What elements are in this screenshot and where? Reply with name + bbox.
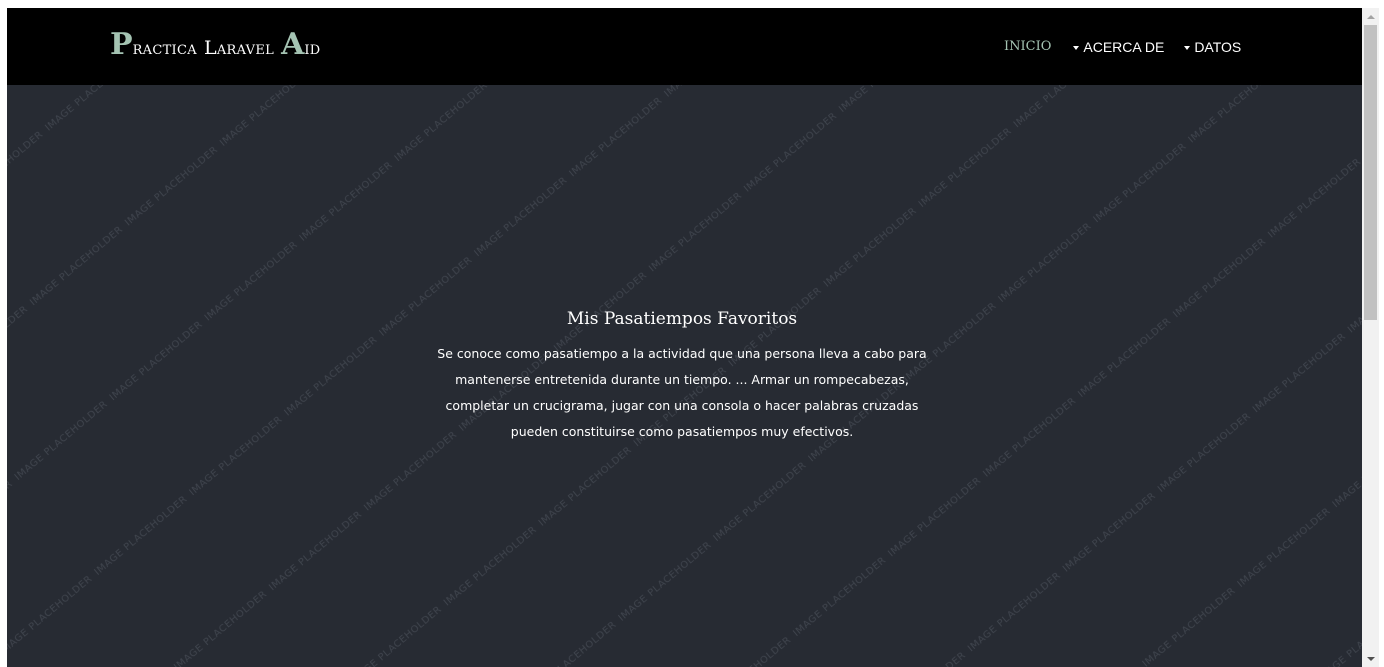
brand-word-id: id	[304, 37, 321, 59]
caret-down-icon	[1184, 45, 1191, 50]
nav-dropdown-datos[interactable]: DATOS	[1184, 38, 1241, 56]
scroll-up-arrow-icon[interactable]	[1362, 8, 1379, 25]
brand-word-ractica: ractica	[132, 37, 197, 59]
hero-description-line: pueden constituirse como pasatiempos muy…	[510, 424, 854, 439]
nav-dropdown-datos-label: DATOS	[1194, 39, 1242, 55]
nav-dropdown-acerca-de-label: ACERCA DE	[1083, 39, 1165, 55]
vertical-scrollbar[interactable]	[1362, 8, 1379, 667]
hero-content: Mis Pasatiempos Favoritos Se conoce como…	[367, 307, 997, 445]
top-navbar: P ractica Laravel A id INICIO ACERCA DE …	[7, 8, 1362, 85]
hero-description-line: mantenerse entretenida durante un tiempo…	[455, 372, 909, 387]
scroll-down-arrow-icon[interactable]	[1362, 650, 1379, 667]
brand-initial-p: P	[110, 27, 133, 62]
page-viewport: P ractica Laravel A id INICIO ACERCA DE …	[7, 8, 1362, 667]
hero-title: Mis Pasatiempos Favoritos	[566, 309, 798, 329]
brand-logo[interactable]: P ractica Laravel A id	[110, 28, 321, 68]
nav-link-inicio[interactable]: INICIO	[1004, 38, 1051, 56]
nav-link-inicio-label: INICIO	[1004, 39, 1052, 54]
hero-description: Se conoce como pasatiempo a la actividad…	[397, 341, 967, 445]
hero-description-line: Se conoce como pasatiempo a la actividad…	[437, 346, 927, 361]
nav-links: INICIO ACERCA DE DATOS	[1004, 38, 1241, 56]
scrollbar-thumb[interactable]	[1364, 25, 1377, 320]
hero-description-line: completar un crucigrama, jugar con una c…	[445, 398, 919, 413]
hero-section: IMAGE PLACEHOLDER Mis Pasatiempos Favori…	[7, 85, 1362, 667]
caret-down-icon	[1073, 45, 1080, 50]
brand-initial-a: A	[281, 27, 305, 62]
nav-dropdown-acerca-de[interactable]: ACERCA DE	[1073, 38, 1164, 56]
brand-word-laravel: Laravel	[203, 37, 275, 59]
